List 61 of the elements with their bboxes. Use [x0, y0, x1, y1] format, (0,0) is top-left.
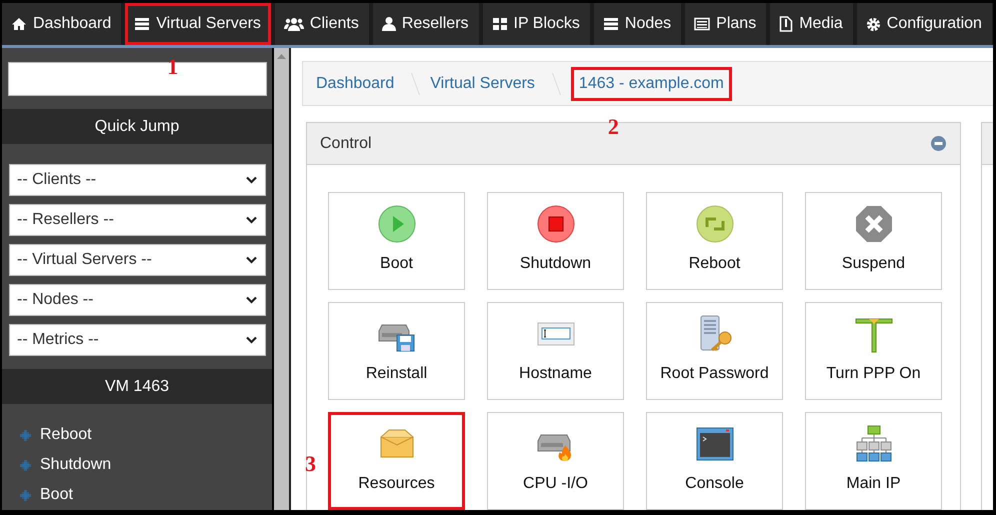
nav-tab[interactable]: IP Blocks: [482, 3, 590, 45]
section-title: Quick Jump: [2, 109, 272, 144]
home-icon: [11, 16, 27, 32]
nav-tab[interactable]: Dashboard: [2, 3, 122, 45]
server-icon: [134, 16, 150, 32]
chevron-down-icon: [246, 296, 257, 304]
callout-number: 2: [608, 114, 619, 140]
file-icon: [779, 16, 794, 32]
move-icon: [20, 430, 31, 441]
dropdown[interactable]: -- Resellers --: [9, 204, 266, 236]
nav-tab[interactable]: Resellers: [372, 3, 479, 45]
dropdown[interactable]: -- Nodes --: [9, 284, 266, 316]
action-tile[interactable]: Root Password: [646, 302, 783, 400]
chevron-down-icon: [246, 336, 257, 344]
move-icon: [20, 460, 31, 471]
dropdown[interactable]: -- Clients --: [9, 164, 266, 196]
network-icon: [854, 425, 892, 463]
nav-tab[interactable]: Clients: [274, 3, 369, 45]
scrollbar[interactable]: [274, 48, 291, 510]
grid-icon: [492, 16, 508, 32]
section-title: VM 1463: [2, 369, 272, 404]
panel-title: Control: [320, 134, 372, 152]
action-tile[interactable]: Turn PPP On: [805, 302, 942, 400]
action-tile[interactable]: Reinstall: [328, 302, 465, 400]
list-window-icon: [694, 16, 710, 32]
play-icon: [378, 205, 416, 243]
collapse-icon[interactable]: [931, 136, 946, 151]
breadcrumb-link[interactable]: Dashboard: [316, 74, 394, 92]
chevron-down-icon: [246, 176, 257, 184]
action-tile[interactable]: Console: [646, 412, 783, 510]
cancel-icon: [854, 205, 892, 243]
stop-icon: [536, 205, 574, 243]
breadcrumb-link[interactable]: Virtual Servers: [430, 74, 535, 92]
action-tile[interactable]: Reboot: [646, 192, 783, 290]
callout-number: 3: [305, 451, 316, 477]
dropdown[interactable]: -- Virtual Servers --: [9, 244, 266, 276]
nav-tab[interactable]: Plans: [685, 3, 766, 45]
chevron-down-icon: [246, 216, 257, 224]
refresh-icon: [696, 205, 734, 243]
nav-tab[interactable]: Configuration: [856, 3, 992, 45]
nav-tab[interactable]: Media: [770, 3, 853, 45]
move-icon: [20, 490, 31, 501]
action-tile[interactable]: Hostname: [487, 302, 624, 400]
users-icon: [284, 16, 304, 32]
chevron-down-icon: [246, 256, 257, 264]
action-tile[interactable]: Shutdown: [487, 192, 624, 290]
sidebar-action[interactable]: Shutdown: [20, 450, 272, 480]
settings-icon: [866, 16, 881, 32]
action-tile[interactable]: Suspend: [805, 192, 942, 290]
callout-number: 1: [167, 54, 178, 80]
dropdown[interactable]: -- Metrics --: [9, 324, 266, 356]
nav-tab[interactable]: Nodes: [594, 3, 682, 45]
sidebar-action[interactable]: Boot: [20, 480, 272, 510]
action-tile[interactable]: Main IP: [805, 412, 942, 510]
action-tile[interactable]: Boot: [328, 192, 465, 290]
scroll-up-icon: [277, 54, 286, 59]
server-icon: [602, 16, 619, 32]
sidebar-action[interactable]: Reboot: [20, 420, 272, 450]
terminal-icon: [696, 425, 734, 463]
user-icon: [382, 16, 396, 32]
action-tile[interactable]: CPU -I/O: [487, 412, 624, 510]
